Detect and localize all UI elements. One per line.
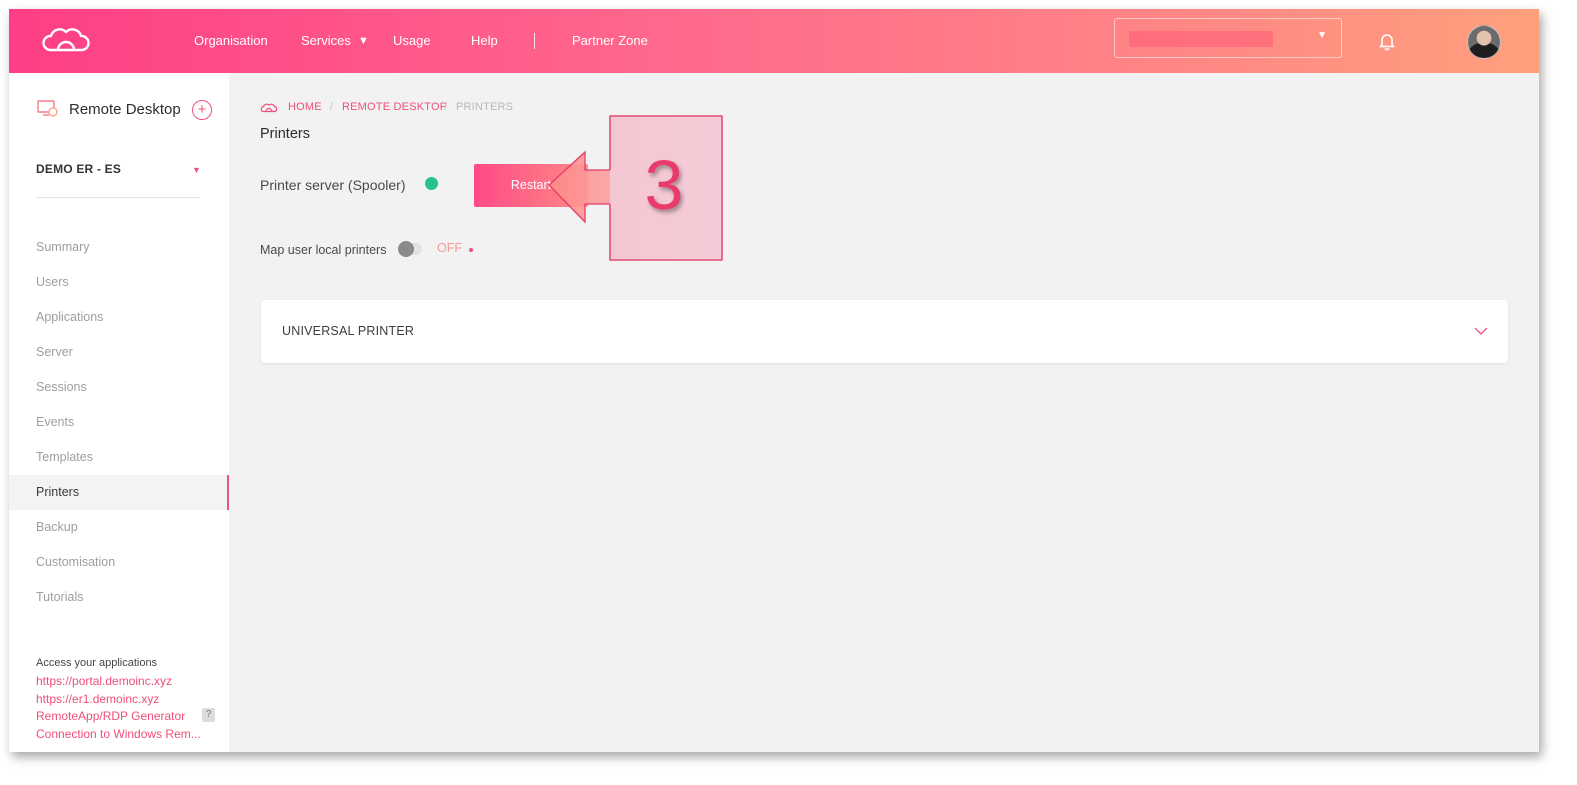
- windows-connection-link[interactable]: Connection to Windows Rem...: [36, 727, 201, 741]
- divider: [36, 197, 200, 198]
- sidebar-item-server[interactable]: Server: [9, 335, 229, 370]
- sidebar-item-summary[interactable]: Summary: [9, 230, 229, 265]
- status-indicator: [425, 177, 438, 190]
- toggle-state-dot: [469, 248, 473, 252]
- sidebar-item-customisation[interactable]: Customisation: [9, 545, 229, 580]
- caret-down-icon[interactable]: ▼: [192, 165, 201, 175]
- sidebar-item-tutorials[interactable]: Tutorials: [9, 580, 229, 615]
- service-title: Remote Desktop: [69, 101, 181, 118]
- top-nav-bar: Organisation Services ▼ Usage Help Partn…: [9, 9, 1539, 73]
- add-icon[interactable]: +: [192, 100, 212, 120]
- map-local-printers-label: Map user local printers: [260, 243, 387, 257]
- remote-desktop-icon: [37, 100, 58, 117]
- server-link[interactable]: https://er1.demoinc.xyz: [36, 692, 159, 706]
- caret-down-icon[interactable]: ▼: [358, 31, 369, 51]
- sidebar-item-templates[interactable]: Templates: [9, 440, 229, 475]
- breadcrumb-separator: /: [330, 101, 334, 113]
- sidebar-item-backup[interactable]: Backup: [9, 510, 229, 545]
- sidebar-item-printers[interactable]: Printers: [9, 475, 229, 510]
- page-title: Printers: [260, 126, 310, 142]
- nav-services[interactable]: Services: [301, 31, 351, 51]
- nav-usage[interactable]: Usage: [393, 31, 431, 51]
- sidebar-item-users[interactable]: Users: [9, 265, 229, 300]
- app-window: Organisation Services ▼ Usage Help Partn…: [9, 9, 1539, 752]
- portal-link[interactable]: https://portal.demoinc.xyz: [36, 674, 172, 688]
- nav-help[interactable]: Help: [471, 31, 498, 51]
- sidebar: Remote Desktop + DEMO ER - ES ▼ Summary …: [9, 73, 229, 752]
- sidebar-item-applications[interactable]: Applications: [9, 300, 229, 335]
- nav-partner-zone[interactable]: Partner Zone: [572, 31, 648, 51]
- step-number: 3: [644, 146, 684, 224]
- redacted-organisation-name: [1129, 31, 1273, 47]
- access-applications-label: Access your applications: [36, 657, 158, 669]
- environment-selector[interactable]: DEMO ER - ES: [36, 162, 121, 176]
- nav-organisation[interactable]: Organisation: [194, 31, 268, 51]
- nav-divider: [534, 33, 535, 49]
- organisation-selector[interactable]: ▼: [1114, 18, 1342, 58]
- breadcrumb-separator: /: [444, 101, 448, 113]
- bell-icon[interactable]: [1377, 31, 1397, 51]
- toggle-knob[interactable]: [398, 241, 414, 257]
- sidebar-item-sessions[interactable]: Sessions: [9, 370, 229, 405]
- toggle-state-label: OFF: [437, 241, 462, 255]
- help-icon[interactable]: ?: [202, 708, 215, 722]
- accordion-title: UNIVERSAL PRINTER: [282, 324, 415, 338]
- breadcrumb-printers: PRINTERS: [456, 101, 514, 113]
- sidebar-item-events[interactable]: Events: [9, 405, 229, 440]
- caret-down-icon: ▼: [1317, 30, 1327, 41]
- user-avatar[interactable]: [1467, 25, 1501, 59]
- breadcrumb-home[interactable]: HOME: [288, 101, 322, 113]
- chevron-down-icon[interactable]: [1474, 326, 1488, 336]
- rdp-generator-link[interactable]: RemoteApp/RDP Generator: [36, 709, 185, 723]
- breadcrumb-remote-desktop[interactable]: REMOTE DESKTOP: [342, 101, 447, 113]
- cloud-logo-icon[interactable]: [41, 25, 91, 55]
- spooler-label: Printer server (Spooler): [260, 177, 406, 193]
- universal-printer-panel[interactable]: UNIVERSAL PRINTER: [261, 300, 1508, 363]
- home-cloud-icon[interactable]: [260, 102, 278, 113]
